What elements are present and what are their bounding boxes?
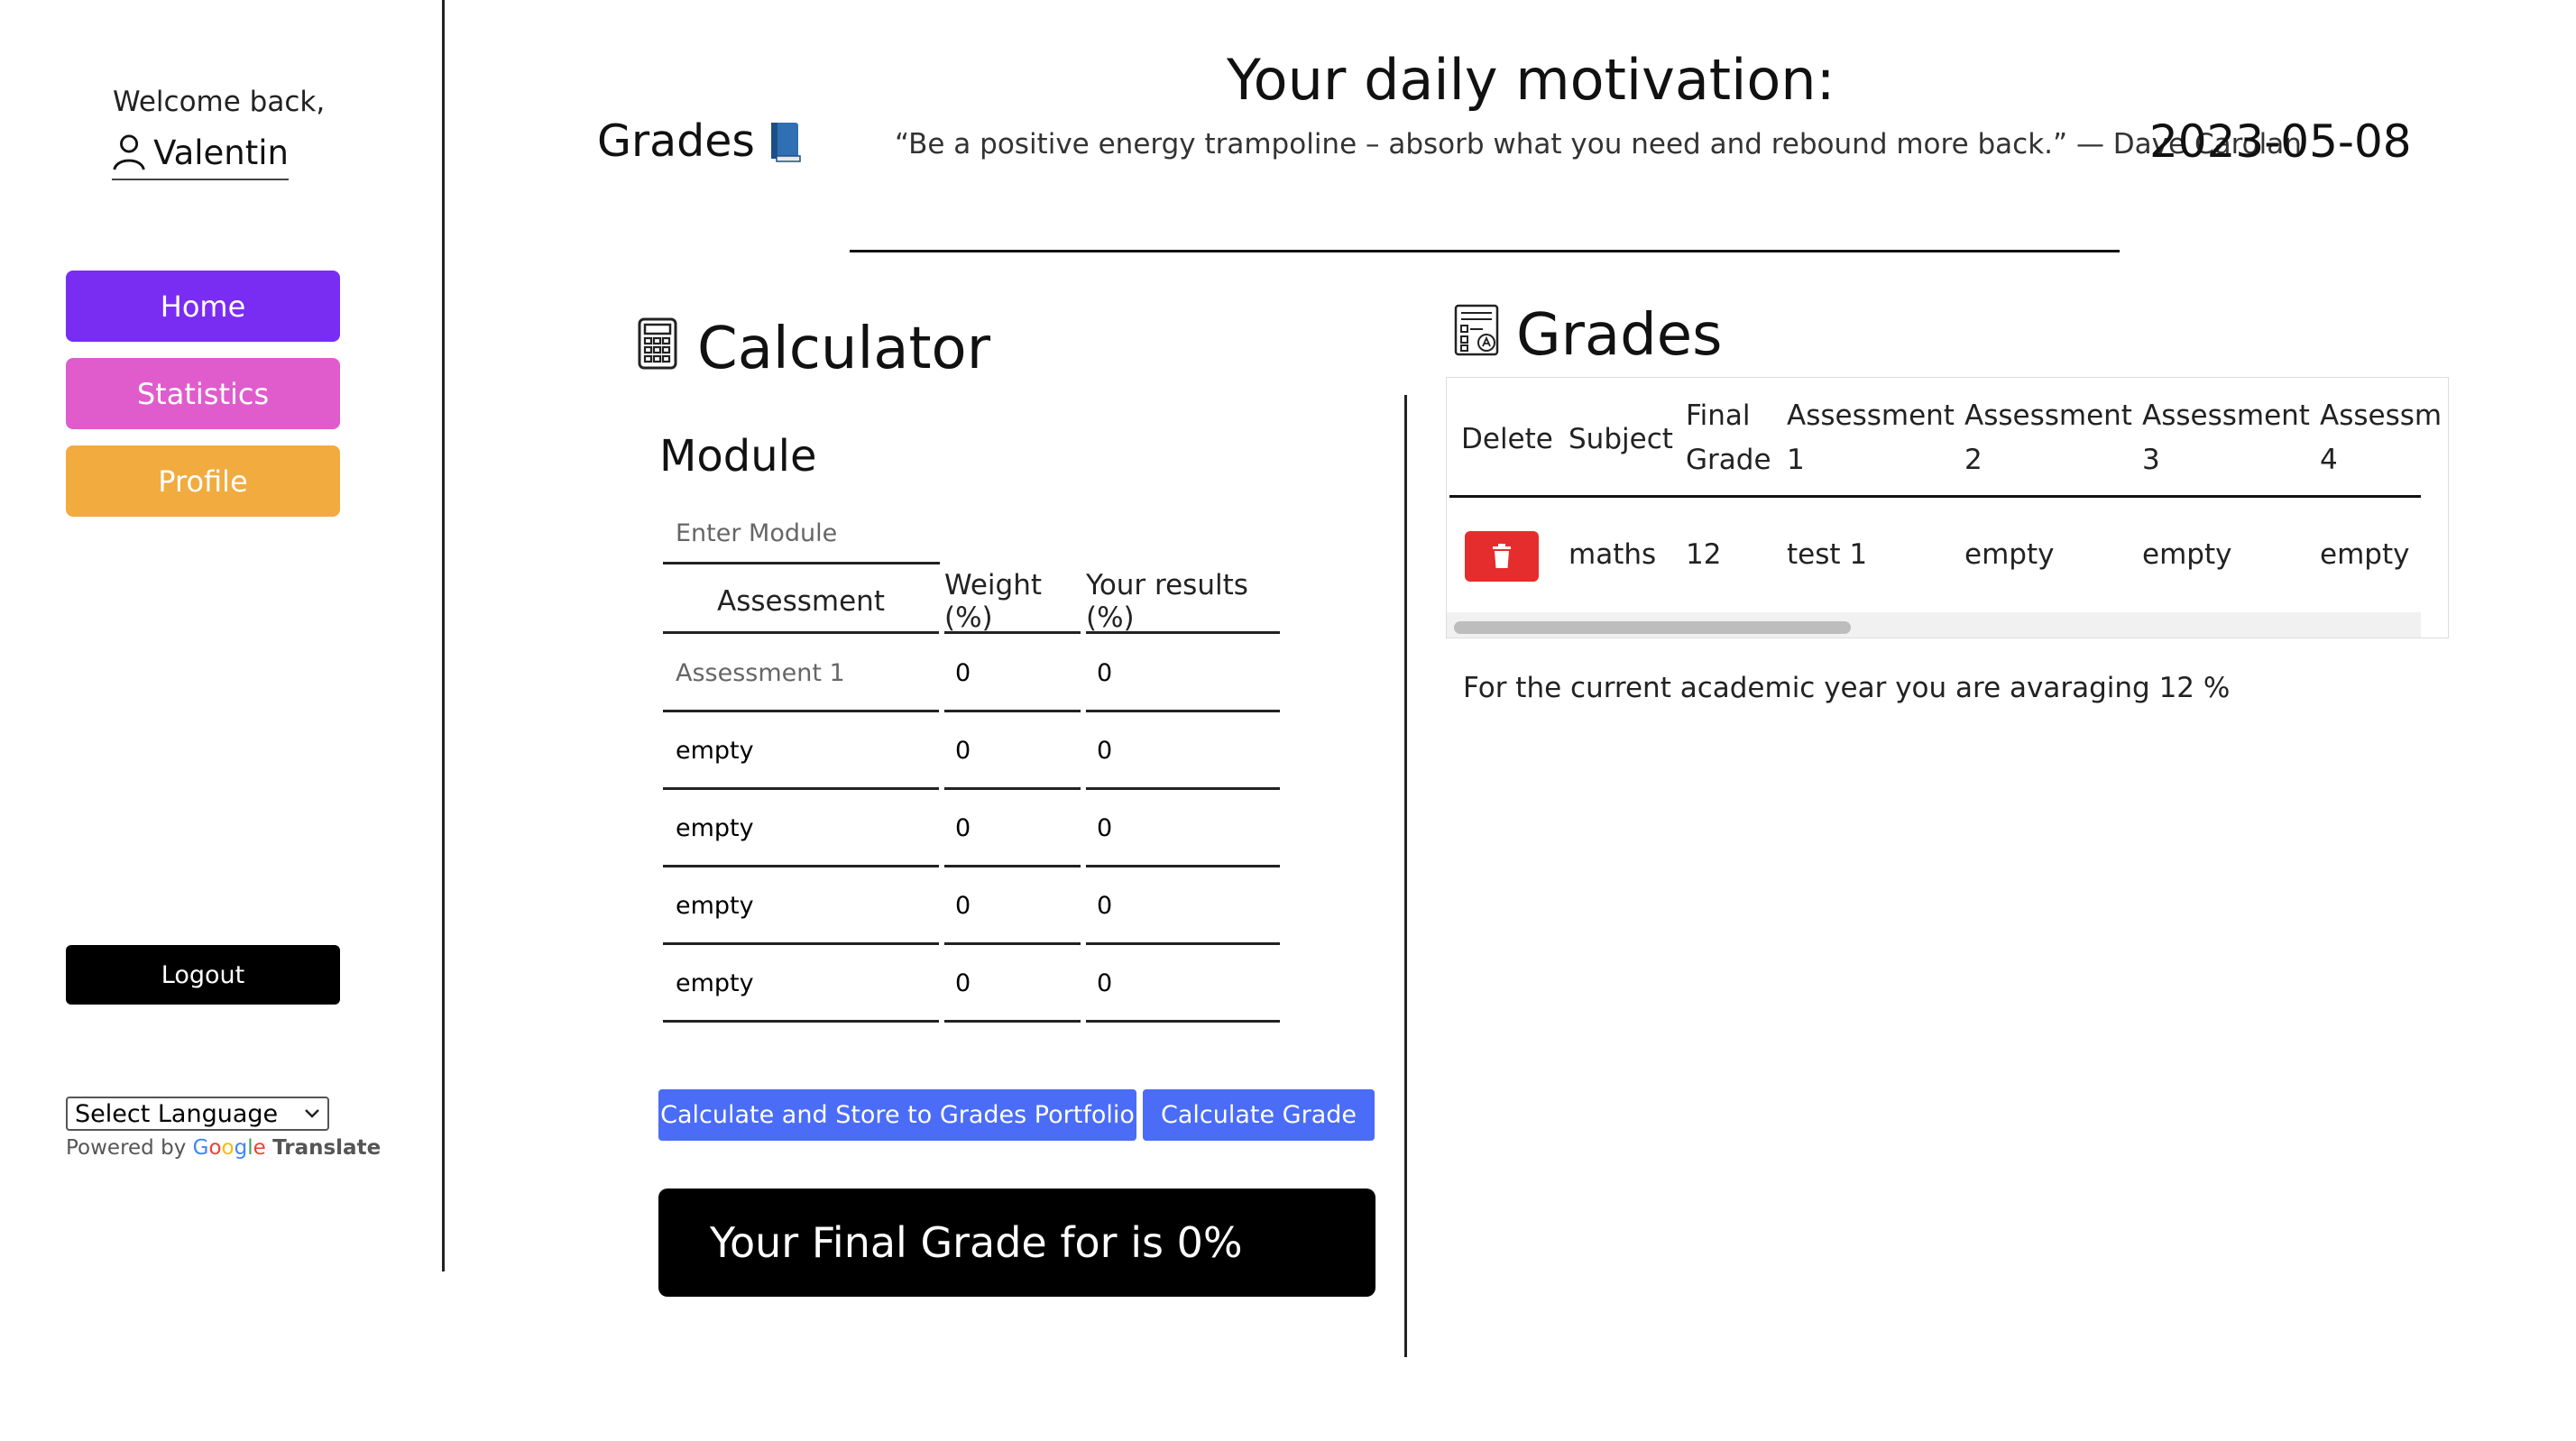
grades-header-divider bbox=[1449, 495, 2421, 498]
weight-input[interactable]: 0 bbox=[944, 637, 1081, 712]
calculate-and-store-button[interactable]: Calculate and Store to Grades Portfolio bbox=[658, 1089, 1136, 1141]
assessment-name-input[interactable]: empty bbox=[663, 947, 939, 1023]
assessment-2-column-header: Assessment 2 bbox=[1964, 399, 2132, 476]
powered-by-label: Powered by bbox=[66, 1136, 187, 1160]
final-grade-cell: 12 bbox=[1686, 538, 1722, 571]
trash-icon bbox=[1493, 544, 1511, 568]
profile-button[interactable]: Profile bbox=[66, 445, 340, 517]
assessment-name-input[interactable]: empty bbox=[663, 714, 939, 790]
translate-label[interactable]: Translate bbox=[272, 1136, 381, 1160]
header-divider bbox=[850, 250, 2120, 252]
motivation-title: Your daily motivation: bbox=[1227, 47, 1835, 113]
assessment-2-cell: empty bbox=[1964, 538, 2055, 571]
calculator-icon bbox=[638, 317, 677, 370]
book-icon bbox=[770, 122, 801, 162]
result-input[interactable]: 0 bbox=[1086, 947, 1280, 1023]
welcome-text: Welcome back, bbox=[113, 86, 326, 118]
module-label: Module bbox=[659, 431, 817, 482]
weight-input[interactable]: 0 bbox=[944, 869, 1081, 945]
final-grade-display: Your Final Grade for is 0% bbox=[658, 1189, 1375, 1297]
calculate-grade-button[interactable]: Calculate Grade bbox=[1143, 1089, 1375, 1141]
logout-button[interactable]: Logout bbox=[66, 945, 340, 1005]
chevron-down-icon bbox=[305, 1109, 319, 1118]
weight-input[interactable]: 0 bbox=[944, 714, 1081, 790]
current-date: 2023-05-08 bbox=[2149, 115, 2412, 168]
final-grade-column-header: Final Grade bbox=[1686, 399, 1771, 476]
assessment-1-column-header: Assessment 1 bbox=[1787, 399, 1955, 476]
user-icon bbox=[113, 134, 145, 170]
google-logo: Google bbox=[192, 1136, 266, 1160]
assessment-name-input[interactable]: empty bbox=[663, 869, 939, 945]
subject-cell: maths bbox=[1569, 538, 1657, 571]
sidebar bbox=[0, 0, 445, 1271]
daily-quote: “Be a positive energy trampoline – absor… bbox=[895, 128, 2302, 161]
assessment-4-cell: empty bbox=[2320, 538, 2410, 571]
module-input[interactable]: Enter Module bbox=[663, 505, 940, 564]
google-translate-credit: Powered by Google Translate bbox=[66, 1136, 381, 1160]
weight-input[interactable]: 0 bbox=[944, 947, 1081, 1023]
assessment-1-cell: test 1 bbox=[1787, 538, 1868, 571]
delete-row-button[interactable] bbox=[1465, 531, 1539, 582]
weight-input[interactable]: 0 bbox=[944, 792, 1081, 867]
user-display: Valentin bbox=[112, 126, 289, 180]
delete-column-header: Delete bbox=[1461, 423, 1553, 455]
section-divider bbox=[1404, 395, 1407, 1357]
page-heading-text: Grades bbox=[597, 115, 755, 167]
assessment-name-input[interactable]: Assessment 1 bbox=[663, 637, 939, 712]
result-input[interactable]: 0 bbox=[1086, 869, 1280, 945]
grades-table: Delete Subject Final Grade Assessment 1 As… bbox=[1446, 377, 2449, 638]
statistics-button[interactable]: Statistics bbox=[66, 358, 340, 429]
assessment-3-column-header: Assessment 3 bbox=[2142, 399, 2310, 476]
assessment-3-cell: empty bbox=[2142, 538, 2232, 571]
assessment-4-column-header: Assessm 4 bbox=[2320, 399, 2443, 476]
result-input[interactable]: 0 bbox=[1086, 714, 1280, 790]
weight-column-header: Weight (%) bbox=[944, 569, 1081, 634]
grades-report-icon bbox=[1454, 304, 1499, 356]
result-input[interactable]: 0 bbox=[1086, 792, 1280, 867]
subject-column-header: Subject bbox=[1569, 423, 1673, 455]
language-select-value: Select Language bbox=[75, 1099, 279, 1128]
language-select[interactable]: Select Language bbox=[66, 1097, 329, 1131]
page-heading: Grades bbox=[597, 115, 804, 167]
average-summary: For the current academic year you are av… bbox=[1463, 672, 2231, 704]
calculator-title: Calculator bbox=[697, 316, 990, 382]
results-column-header: Your results (%) bbox=[1086, 569, 1280, 634]
home-button[interactable]: Home bbox=[66, 271, 340, 342]
assessment-column-header: Assessment bbox=[663, 571, 939, 634]
assessment-name-input[interactable]: empty bbox=[663, 792, 939, 867]
grades-title: Grades bbox=[1516, 302, 1723, 369]
username: Valentin bbox=[153, 133, 289, 172]
result-input[interactable]: 0 bbox=[1086, 637, 1280, 712]
scrollbar-thumb[interactable] bbox=[1454, 621, 1851, 634]
